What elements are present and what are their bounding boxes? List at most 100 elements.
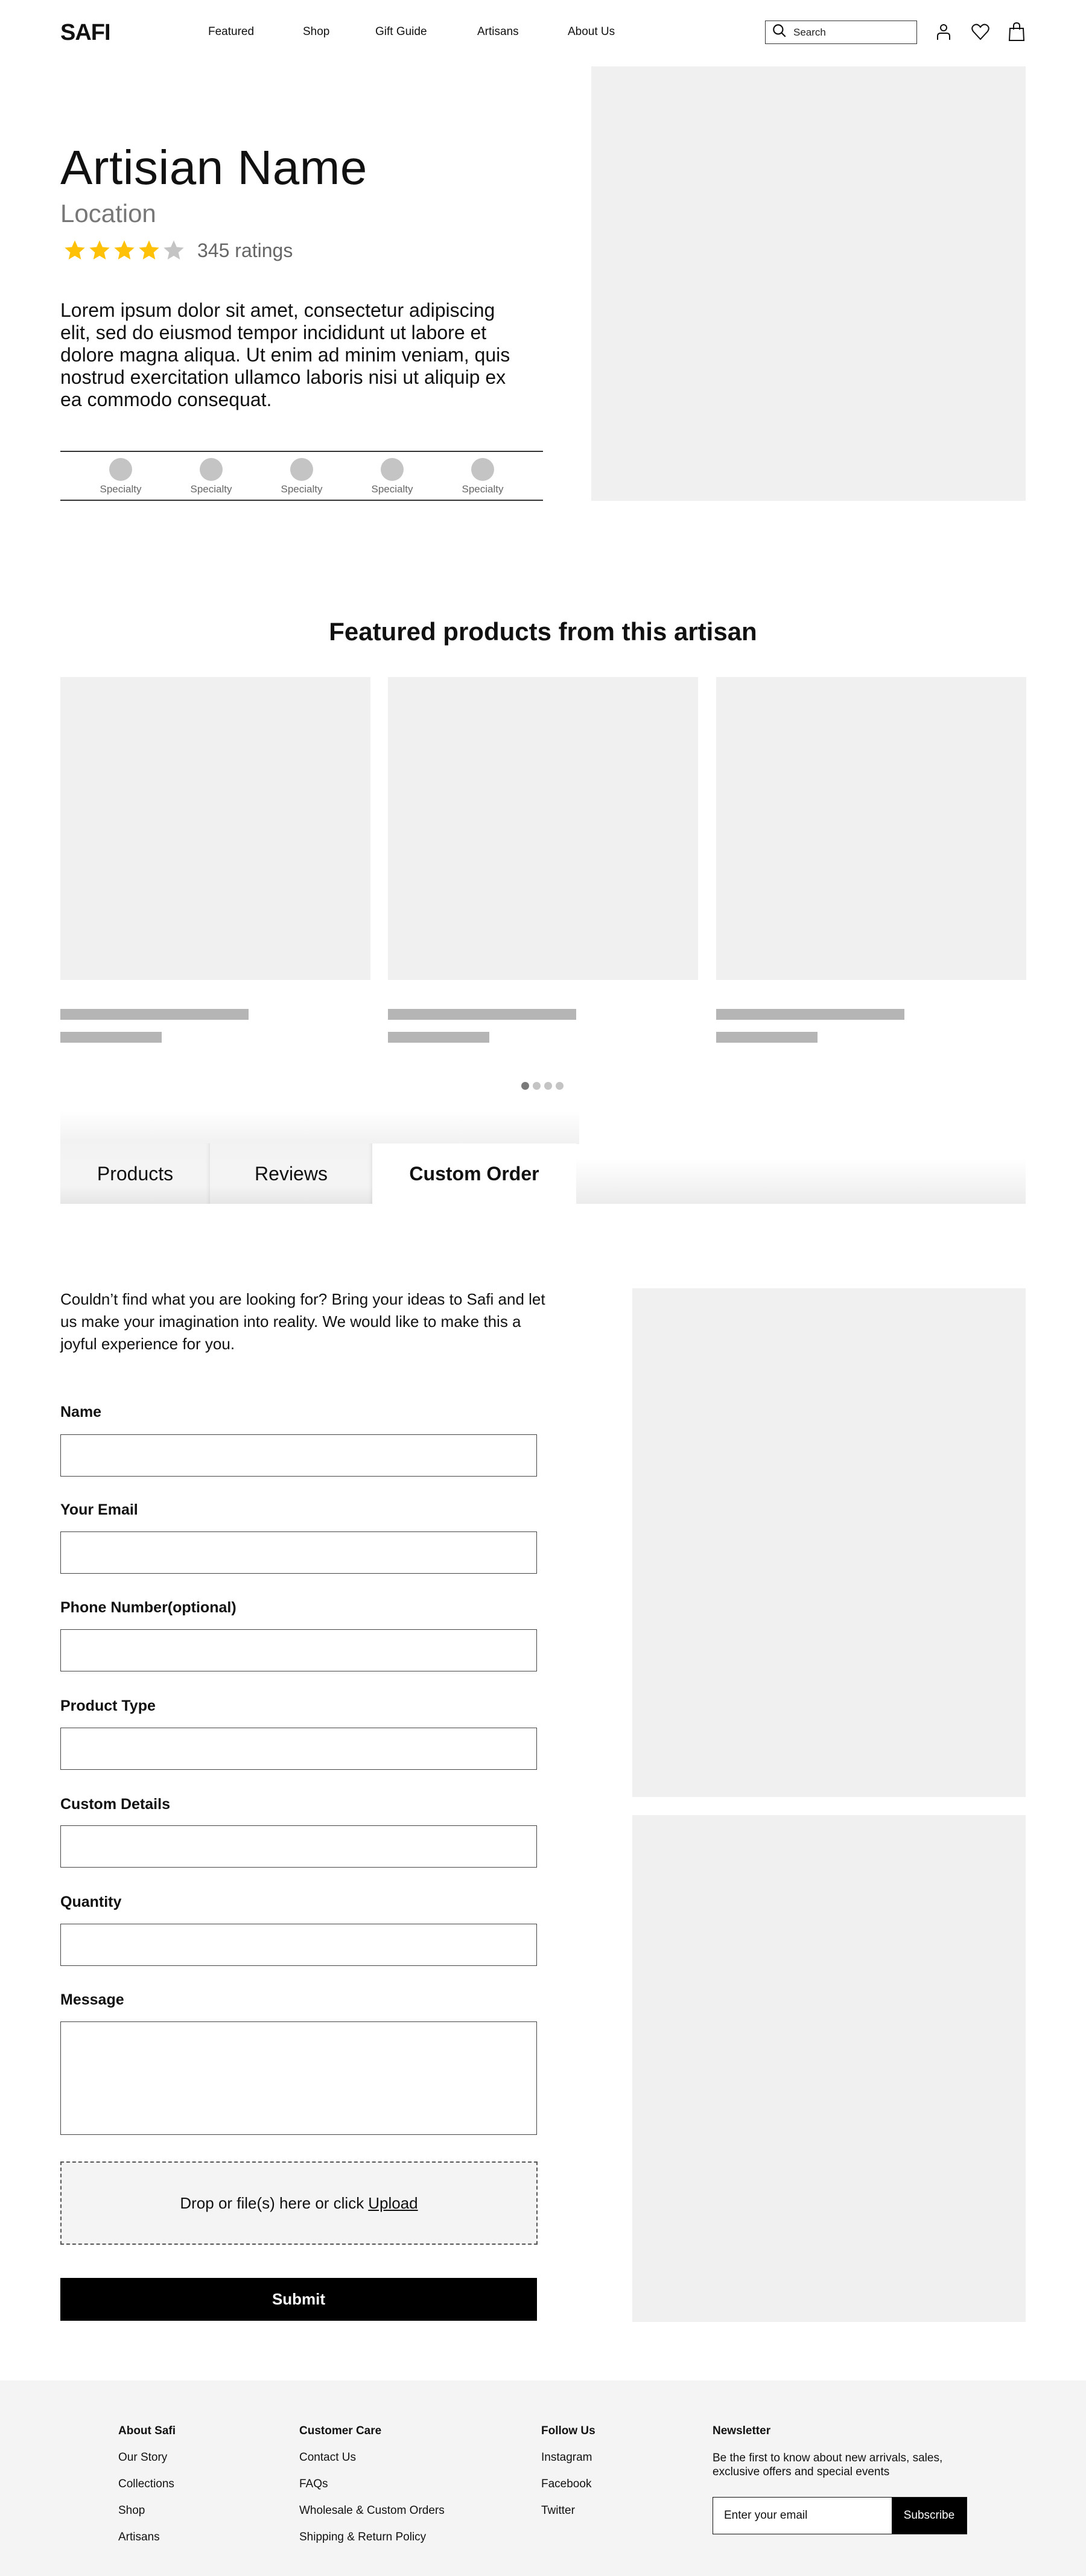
footer-care-column: Customer Care Contact Us FAQs Wholesale …	[299, 2425, 445, 2557]
footer-link-shipping[interactable]: Shipping & Return Policy	[299, 2531, 445, 2557]
star-filled-icon	[89, 240, 110, 259]
specialty-label: Specialty	[190, 483, 232, 495]
site-footer: About Safi Our Story Collections Shop Ar…	[0, 2380, 1086, 2576]
footer-link-twitter[interactable]: Twitter	[541, 2504, 595, 2531]
account-icon[interactable]	[935, 22, 953, 42]
newsletter-description: Be the first to know about new arrivals,…	[713, 2452, 943, 2478]
product-type-label: Product Type	[60, 1697, 156, 1714]
footer-heading: About Safi	[118, 2425, 176, 2437]
product-type-field[interactable]	[60, 1728, 537, 1770]
message-field[interactable]	[60, 2021, 537, 2135]
featured-title: Featured products from this artisan	[329, 617, 757, 646]
specialty-icon	[471, 458, 494, 481]
newsletter-email-input[interactable]	[713, 2498, 892, 2534]
custom-order-image-placeholder	[632, 1288, 1026, 1797]
file-dropzone[interactable]: Drop or file(s) here or click Upload	[60, 2161, 538, 2245]
footer-link-artisans[interactable]: Artisans	[118, 2531, 176, 2557]
footer-link-instagram[interactable]: Instagram	[541, 2451, 595, 2478]
specialty-item: Specialty	[265, 458, 338, 495]
tab-custom-order[interactable]: Custom Order	[372, 1143, 576, 1204]
footer-link-wholesale[interactable]: Wholesale & Custom Orders	[299, 2504, 445, 2531]
specialty-item: Specialty	[446, 458, 519, 495]
carousel-pagination	[521, 1082, 564, 1090]
star-filled-icon	[139, 240, 159, 259]
nav-featured[interactable]: Featured	[208, 25, 254, 39]
artisan-name: Artisian Name	[60, 141, 367, 194]
carousel-dot[interactable]	[521, 1082, 529, 1090]
specialty-label: Specialty	[371, 483, 413, 495]
specialty-label: Specialty	[281, 483, 323, 495]
newsletter-form: Subscribe	[713, 2497, 967, 2534]
search-box[interactable]	[765, 21, 917, 44]
specialty-icon	[381, 458, 404, 481]
quantity-field[interactable]	[60, 1924, 537, 1966]
name-field[interactable]	[60, 1434, 537, 1477]
custom-order-intro: Couldn’t find what you are looking for? …	[60, 1290, 545, 1353]
artisan-location: Location	[60, 199, 156, 227]
tabs-shadow	[60, 1110, 579, 1144]
artisan-tabs: Products Reviews Custom Order	[60, 1110, 1026, 1204]
phone-field[interactable]	[60, 1629, 537, 1671]
logo[interactable]: SAFI	[60, 20, 111, 46]
custom-order-image-placeholder	[632, 1815, 1026, 2322]
star-empty-icon	[164, 240, 184, 259]
star-rating	[63, 238, 186, 262]
search-input[interactable]	[793, 26, 908, 39]
product-title-skeleton	[60, 1009, 249, 1020]
nav-shop[interactable]: Shop	[303, 25, 329, 39]
wishlist-heart-icon[interactable]	[971, 22, 989, 42]
message-label: Message	[60, 1991, 124, 2008]
star-filled-icon	[114, 240, 135, 259]
tab-products[interactable]: Products	[60, 1143, 210, 1204]
artisan-description: Lorem ipsum dolor sit amet, consectetur …	[60, 299, 510, 410]
product-price-skeleton	[388, 1032, 489, 1043]
submit-button[interactable]: Submit	[60, 2278, 537, 2321]
custom-details-label: Custom Details	[60, 1796, 170, 1813]
carousel-dot[interactable]	[544, 1082, 552, 1090]
custom-details-field[interactable]	[60, 1825, 537, 1868]
subscribe-button[interactable]: Subscribe	[892, 2498, 967, 2534]
product-card[interactable]	[716, 677, 1026, 1043]
nav-gift-guide[interactable]: Gift Guide	[375, 25, 427, 39]
tab-reviews[interactable]: Reviews	[210, 1143, 372, 1204]
search-icon	[772, 23, 787, 42]
artisan-image-placeholder	[591, 66, 1026, 501]
ratings-count[interactable]: 345 ratings	[197, 240, 293, 262]
site-header: SAFI Featured Shop Gift Guide Artisans A…	[0, 0, 1086, 66]
carousel-dot[interactable]	[533, 1082, 541, 1090]
email-field[interactable]	[60, 1531, 537, 1574]
upload-link[interactable]: Upload	[368, 2194, 418, 2213]
nav-about-us[interactable]: About Us	[568, 25, 615, 39]
product-price-skeleton	[60, 1032, 162, 1043]
specialty-item: Specialty	[175, 458, 247, 495]
tabs-shadow	[576, 1159, 1026, 1204]
specialties-bar: Specialty Specialty Specialty Specialty …	[60, 451, 543, 501]
dropzone-text: Drop or file(s) here or click	[180, 2193, 364, 2212]
product-card[interactable]	[60, 677, 370, 1043]
footer-follow-column: Follow Us Instagram Facebook Twitter	[541, 2425, 595, 2531]
footer-link-contact-us[interactable]: Contact Us	[299, 2451, 445, 2478]
footer-heading: Newsletter	[713, 2425, 771, 2437]
email-label: Your Email	[60, 1501, 138, 1518]
product-title-skeleton	[388, 1009, 576, 1020]
footer-heading: Customer Care	[299, 2425, 382, 2437]
product-image-placeholder	[60, 677, 370, 980]
specialty-label: Specialty	[462, 483, 504, 495]
footer-about-column: About Safi Our Story Collections Shop Ar…	[118, 2425, 176, 2557]
footer-link-shop[interactable]: Shop	[118, 2504, 176, 2531]
footer-link-collections[interactable]: Collections	[118, 2478, 176, 2504]
shopping-bag-icon[interactable]	[1008, 22, 1026, 42]
footer-link-faqs[interactable]: FAQs	[299, 2478, 445, 2504]
footer-newsletter-column: Newsletter Be the first to know about ne…	[713, 2425, 990, 2479]
name-label: Name	[60, 1404, 102, 1420]
product-card[interactable]	[388, 677, 698, 1043]
carousel-dot[interactable]	[556, 1082, 564, 1090]
specialty-icon	[200, 458, 223, 481]
product-image-placeholder	[716, 677, 1026, 980]
footer-link-facebook[interactable]: Facebook	[541, 2478, 595, 2504]
nav-artisans[interactable]: Artisans	[477, 25, 519, 39]
specialty-label: Specialty	[100, 483, 142, 495]
quantity-label: Quantity	[60, 1894, 122, 1910]
footer-link-our-story[interactable]: Our Story	[118, 2451, 176, 2478]
phone-label: Phone Number(optional)	[60, 1599, 237, 1616]
